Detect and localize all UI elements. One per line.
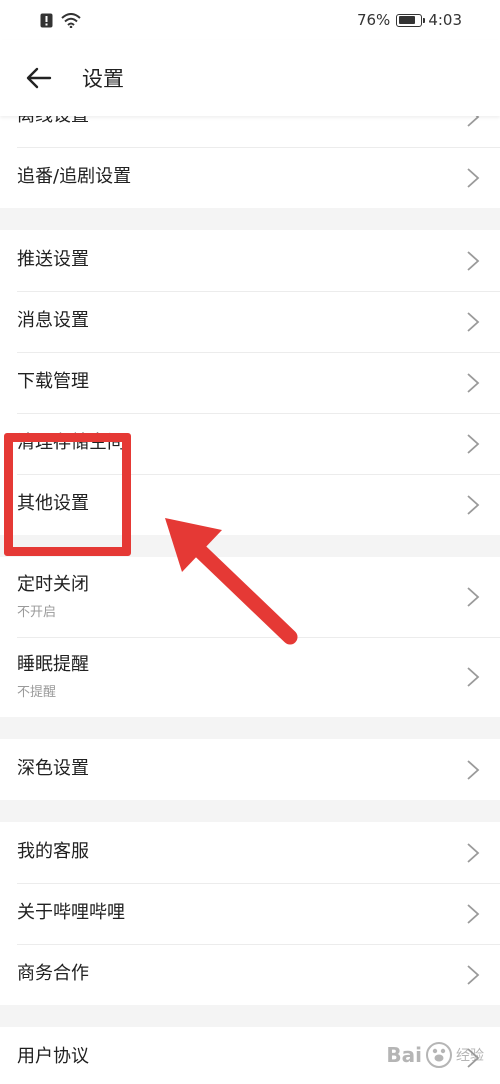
settings-item-value: 不提醒 [17,684,57,700]
settings-item-label: 消息设置 [17,310,89,332]
back-button[interactable] [0,40,78,116]
settings-item-label: 深色设置 [17,758,89,780]
settings-item-storage[interactable]: 清理存储空间 [0,413,500,474]
chevron-right-icon [467,587,480,607]
battery-icon [396,13,426,27]
settings-item-download[interactable]: 下载管理 [0,352,500,413]
alert-icon [40,13,53,27]
chevron-right-icon [467,372,480,393]
app-header: 设置 [0,40,500,116]
settings-item-label: 其他设置 [17,493,89,515]
watermark-brand: Bai [386,1043,422,1067]
settings-item-follow[interactable]: 追番/追剧设置 [0,147,500,208]
paw-icon [426,1042,452,1068]
status-right: 76% 4:03 [357,11,462,29]
chevron-right-icon [467,494,480,515]
chevron-right-icon [467,964,480,985]
settings-item-sleep-reminder[interactable]: 睡眠提醒 不提醒 [0,637,500,717]
settings-item-label: 下载管理 [17,371,89,393]
settings-item-label: 推送设置 [17,249,89,271]
settings-item-message[interactable]: 消息设置 [0,291,500,352]
chevron-right-icon [467,311,480,332]
status-left [40,12,81,28]
settings-item-other[interactable]: 其他设置 [0,474,500,535]
settings-group-timer: 定时关闭 不开启 睡眠提醒 不提醒 [0,557,500,717]
chevron-right-icon [467,759,480,780]
settings-item-label: 追番/追剧设置 [17,166,132,188]
clock: 4:03 [428,11,462,29]
chevron-right-icon [467,903,480,924]
group-divider [0,208,500,230]
settings-item-label: 定时关闭 [17,574,89,596]
settings-item-about[interactable]: 关于哔哩哔哩 [0,883,500,944]
status-bar: 76% 4:03 [0,0,500,40]
chevron-right-icon [467,167,480,188]
settings-item-label: 我的客服 [17,841,89,863]
settings-item-push[interactable]: 推送设置 [0,230,500,291]
settings-group-about: 我的客服 关于哔哩哔哩 商务合作 [0,822,500,1005]
wifi-icon [61,12,81,28]
settings-item-dark-mode[interactable]: 深色设置 [0,739,500,800]
group-divider [0,535,500,557]
settings-item-label: 商务合作 [17,963,89,985]
arrow-left-icon [26,67,52,89]
battery-percent: 76% [356,11,391,29]
battery-level [398,16,415,24]
chevron-right-icon [467,433,480,454]
settings-list[interactable]: 离线设置 追番/追剧设置 推送设置 消息设置 下载管理 清理存储空间 其他设置 [0,86,500,1084]
settings-item-label: 关于哔哩哔哩 [17,902,125,924]
settings-item-value: 不开启 [17,604,57,620]
settings-item-customer-service[interactable]: 我的客服 [0,822,500,883]
chevron-right-icon [467,842,480,863]
settings-group-general: 推送设置 消息设置 下载管理 清理存储空间 其他设置 [0,230,500,535]
group-divider [0,717,500,739]
watermark: Bai 经验 [386,1042,484,1068]
settings-item-label: 清理存储空间 [17,432,125,454]
settings-item-label: 睡眠提醒 [17,654,89,676]
group-divider [0,800,500,822]
settings-group-theme: 深色设置 [0,739,500,800]
chevron-right-icon [467,667,480,687]
watermark-suffix: 经验 [456,1048,484,1064]
group-divider [0,1005,500,1027]
page-title: 设置 [82,67,124,91]
chevron-right-icon [467,250,480,271]
settings-item-business[interactable]: 商务合作 [0,944,500,1005]
settings-item-timer-close[interactable]: 定时关闭 不开启 [0,557,500,637]
